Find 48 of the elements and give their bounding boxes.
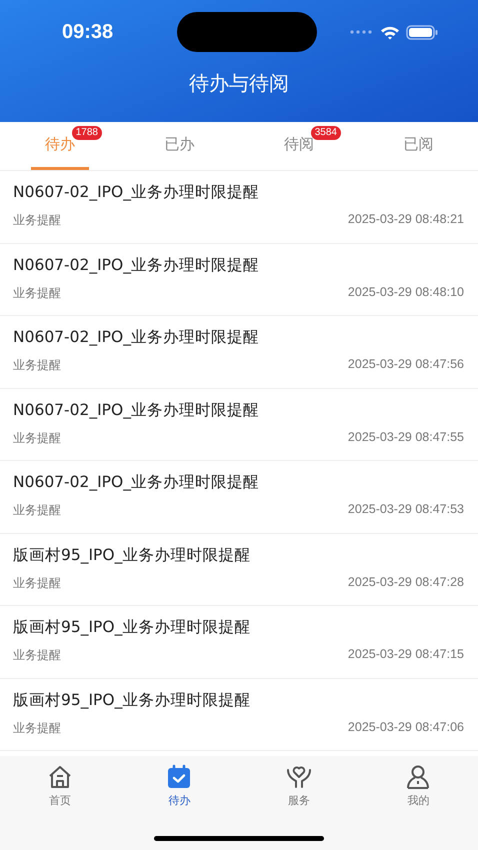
list-item[interactable]: N0607-02_IPO_业务办理时限提醒 业务提醒 2025-03-29 08:47:56 (0, 316, 478, 388)
nav-item[interactable]: 待办 (120, 764, 239, 808)
item-category: 业务提醒 (13, 647, 61, 664)
item-time: 2025-03-29 08:47:55 (348, 430, 464, 446)
list-item[interactable]: N0607-02_IPO_业务办理时限提醒 业务提醒 2025-03-29 08:48:10 (0, 244, 478, 316)
list-item[interactable]: 版画村95_IPO_业务办理时限提醒 业务提醒 2025-03-29 08:47:15 (0, 606, 478, 678)
list-item[interactable]: N0607-02_IPO_业务办理时限提醒 业务提醒 2025-03-29 08:47:55 (0, 388, 478, 461)
item-title: 版画村95_IPO_业务办理时限提醒 (13, 690, 252, 710)
page-title: 待办与待阅 (188, 70, 290, 97)
battery-icon (406, 24, 438, 40)
item-time: 2025-03-29 08:47:15 (348, 647, 464, 663)
count-badge: 1788 (72, 126, 102, 140)
tab[interactable]: 已办 (150, 122, 208, 170)
item-title: N0607-02_IPO_业务办理时限提醒 (13, 254, 260, 276)
item-category: 业务提醒 (13, 357, 61, 374)
hands-heart-icon (284, 764, 313, 790)
tab[interactable]: 已阅 (389, 122, 448, 170)
item-category: 业务提醒 (13, 212, 61, 229)
nav-item[interactable]: 服务 (239, 764, 358, 808)
item-title: N0607-02_IPO_业务办理时限提醒 (13, 400, 260, 420)
item-time: 2025-03-29 08:47:28 (348, 574, 464, 590)
list-item[interactable]: 版画村95_IPO_业务办理时限提醒 业务提醒 2025-03-29 08:47:06 (0, 678, 478, 751)
wifi-icon (380, 24, 400, 40)
item-title: N0607-02_IPO_业务办理时限提醒 (13, 182, 260, 203)
item-category: 业务提醒 (13, 430, 61, 446)
item-time: 2025-03-29 08:47:06 (348, 720, 464, 736)
item-title: 版画村95_IPO_业务办理时限提醒 (13, 617, 252, 638)
list-item[interactable]: N0607-02_IPO_业务办理时限提醒 业务提醒 2025-03-29 08:48:21 (0, 171, 478, 244)
list-item[interactable]: 版画村95_IPO_业务办理时限提醒 业务提醒 2025-03-29 08:47:28 (0, 534, 478, 606)
item-time: 2025-03-29 08:48:10 (348, 284, 464, 300)
item-category: 业务提醒 (13, 574, 61, 592)
home-icon (46, 764, 73, 790)
list-item[interactable]: N0607-02_IPO_业务办理时限提醒 业务提醒 2025-03-29 08:47:53 (0, 461, 478, 534)
calendar-icon (166, 764, 192, 790)
status-time: 09:38 (62, 20, 114, 44)
signal-icon (350, 30, 374, 34)
item-title: N0607-02_IPO_业务办理时限提醒 (13, 472, 260, 493)
item-title: 版画村95_IPO_业务办理时限提醒 (13, 544, 252, 566)
item-time: 2025-03-29 08:47:56 (348, 357, 464, 373)
nav-item[interactable]: 我的 (358, 764, 478, 808)
nav-item[interactable]: 首页 (0, 764, 120, 808)
item-category: 业务提醒 (13, 502, 61, 519)
person-icon (405, 764, 432, 790)
item-time: 2025-03-29 08:48:21 (348, 212, 464, 228)
item-category: 业务提醒 (13, 720, 61, 736)
item-time: 2025-03-29 08:47:53 (348, 502, 464, 518)
item-category: 业务提醒 (13, 284, 61, 302)
item-title: N0607-02_IPO_业务办理时限提醒 (13, 327, 260, 348)
